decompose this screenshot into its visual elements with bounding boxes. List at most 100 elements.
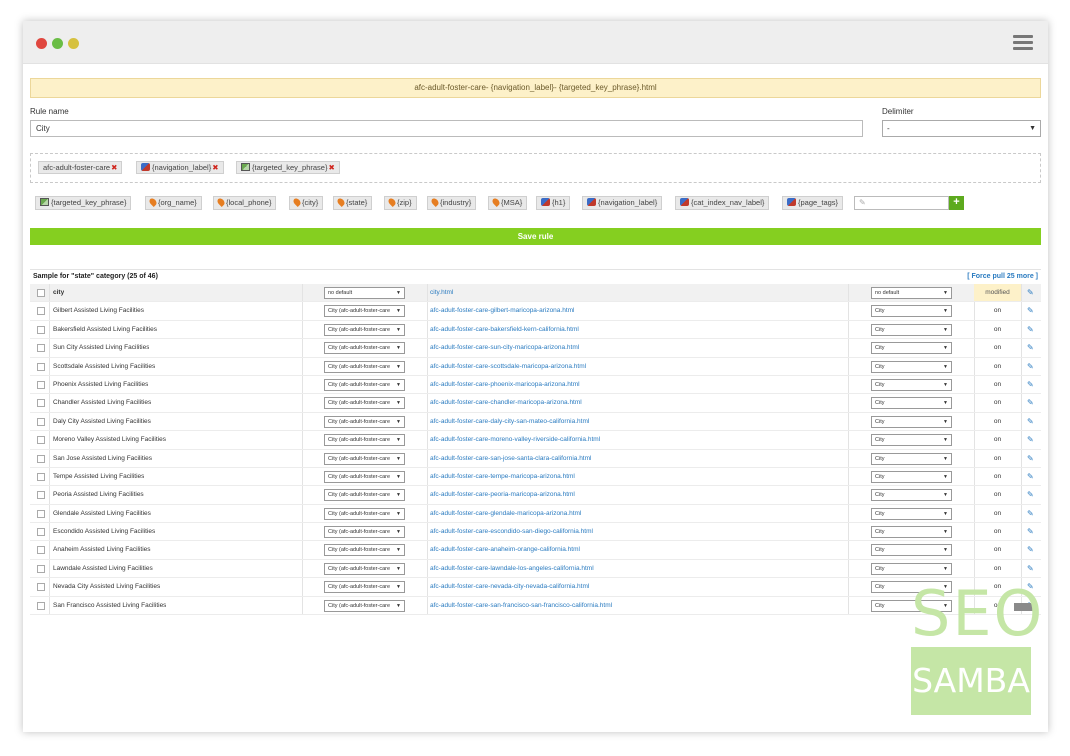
palette-token[interactable]: {MSA}: [488, 196, 528, 210]
row-url-link[interactable]: afc-adult-foster-care-daly-city-san-mate…: [430, 413, 589, 430]
row-rule-select[interactable]: City (afc-adult-foster-care ▼: [324, 489, 405, 502]
row-rule-select[interactable]: City (afc-adult-foster-care ▼: [324, 526, 405, 539]
row-checkbox[interactable]: [37, 417, 45, 426]
row-delim-select[interactable]: City ▼: [871, 360, 952, 373]
default-rule-select[interactable]: no default ▼: [324, 287, 405, 299]
edit-pencil-icon[interactable]: ✎: [1027, 523, 1034, 541]
palette-token[interactable]: {city}: [289, 196, 324, 210]
palette-token[interactable]: {page_tags}: [782, 196, 844, 210]
row-url-link[interactable]: afc-adult-foster-care-san-francisco-san-…: [430, 597, 612, 614]
row-checkbox[interactable]: [37, 528, 45, 537]
palette-token[interactable]: {cat_index_nav_label}: [675, 196, 770, 210]
delimiter-select[interactable]: - ▼: [882, 120, 1041, 137]
add-token-button[interactable]: +: [949, 196, 964, 210]
menu-icon[interactable]: [1013, 35, 1033, 51]
edit-pencil-icon[interactable]: ✎: [1027, 486, 1034, 504]
edit-pencil-icon[interactable]: ✎: [1027, 358, 1034, 376]
row-url-link[interactable]: afc-adult-foster-care-lawndale-los-angel…: [430, 560, 594, 577]
row-checkbox[interactable]: [37, 325, 45, 334]
row-checkbox[interactable]: [37, 601, 45, 610]
row-rule-select[interactable]: City (afc-adult-foster-care ▼: [324, 305, 405, 318]
row-delim-select[interactable]: City ▼: [871, 526, 952, 539]
row-delim-select[interactable]: City ▼: [871, 470, 952, 483]
row-checkbox[interactable]: [37, 546, 45, 555]
selected-token[interactable]: {targeted_key_phrase}✖: [236, 161, 340, 174]
edit-pencil-icon[interactable]: ✎: [1027, 376, 1034, 394]
edit-pencil-icon[interactable]: ✎: [1027, 541, 1034, 559]
row-url-link[interactable]: afc-adult-foster-care-chandler-maricopa-…: [430, 394, 582, 411]
remove-token-icon[interactable]: ✖: [328, 163, 334, 172]
row-rule-select[interactable]: City (afc-adult-foster-care ▼: [324, 507, 405, 520]
row-url-link[interactable]: afc-adult-foster-care-phoenix-maricopa-a…: [430, 376, 580, 393]
row-url-link[interactable]: afc-adult-foster-care-moreno-valley-rive…: [430, 431, 600, 448]
row-checkbox[interactable]: [37, 509, 45, 518]
palette-token[interactable]: {state}: [333, 196, 373, 210]
header-url-link[interactable]: city.html: [430, 284, 453, 301]
row-url-link[interactable]: afc-adult-foster-care-nevada-city-nevada…: [430, 578, 589, 595]
edit-pencil-icon[interactable]: ✎: [1027, 339, 1034, 357]
edit-pencil-icon[interactable]: ✎: [1027, 450, 1034, 468]
row-url-link[interactable]: afc-adult-foster-care-san-jose-santa-cla…: [430, 450, 591, 467]
row-delim-select[interactable]: City ▼: [871, 544, 952, 557]
minimize-window-dot[interactable]: [52, 38, 63, 49]
row-checkbox[interactable]: [37, 344, 45, 353]
palette-token[interactable]: {industry}: [427, 196, 477, 210]
row-rule-select[interactable]: City (afc-adult-foster-care ▼: [324, 415, 405, 428]
row-delim-select[interactable]: City ▼: [871, 342, 952, 355]
row-rule-select[interactable]: City (afc-adult-foster-care ▼: [324, 397, 405, 410]
remove-token-icon[interactable]: ✖: [212, 163, 218, 172]
edit-pencil-icon[interactable]: ✎: [1027, 302, 1034, 320]
palette-token[interactable]: {targeted_key_phrase}: [35, 196, 132, 210]
row-delim-select[interactable]: City ▼: [871, 434, 952, 447]
row-url-link[interactable]: afc-adult-foster-care-tempe-maricopa-ari…: [430, 468, 575, 485]
row-delim-select[interactable]: City ▼: [871, 415, 952, 428]
row-checkbox[interactable]: [37, 583, 45, 592]
row-checkbox[interactable]: [37, 289, 45, 297]
row-url-link[interactable]: afc-adult-foster-care-bakersfield-kern-c…: [430, 321, 579, 338]
selected-token[interactable]: {navigation_label}✖: [136, 161, 224, 174]
row-rule-select[interactable]: City (afc-adult-foster-care ▼: [324, 323, 405, 336]
row-rule-select[interactable]: City (afc-adult-foster-care ▼: [324, 562, 405, 575]
row-delim-select[interactable]: City ▼: [871, 378, 952, 391]
edit-pencil-icon[interactable]: ✎: [1027, 284, 1034, 302]
force-pull-link[interactable]: [ Force pull 25 more ]: [967, 273, 1038, 280]
row-url-link[interactable]: afc-adult-foster-care-glendale-maricopa-…: [430, 505, 581, 522]
maximize-window-dot[interactable]: [68, 38, 79, 49]
row-delim-select[interactable]: City ▼: [871, 507, 952, 520]
row-delim-select[interactable]: City ▼: [871, 489, 952, 502]
selected-token[interactable]: afc-adult-foster-care✖: [38, 161, 123, 174]
row-url-link[interactable]: afc-adult-foster-care-anaheim-orange-cal…: [430, 541, 580, 558]
palette-token[interactable]: {local_phone}: [213, 196, 277, 210]
row-rule-select[interactable]: City (afc-adult-foster-care ▼: [324, 599, 405, 612]
row-rule-select[interactable]: City (afc-adult-foster-care ▼: [324, 581, 405, 594]
row-checkbox[interactable]: [37, 380, 45, 389]
palette-token[interactable]: {zip}: [384, 196, 417, 210]
row-checkbox[interactable]: [37, 436, 45, 445]
row-rule-select[interactable]: City (afc-adult-foster-care ▼: [324, 434, 405, 447]
row-checkbox[interactable]: [37, 307, 45, 316]
save-rule-button[interactable]: Save rule: [30, 228, 1041, 245]
row-rule-select[interactable]: City (afc-adult-foster-care ▼: [324, 544, 405, 557]
row-rule-select[interactable]: City (afc-adult-foster-care ▼: [324, 470, 405, 483]
row-url-link[interactable]: afc-adult-foster-care-scottsdale-maricop…: [430, 358, 586, 375]
row-checkbox[interactable]: [37, 454, 45, 463]
row-checkbox[interactable]: [37, 564, 45, 573]
edit-pencil-icon[interactable]: ✎: [1027, 505, 1034, 523]
row-delim-select[interactable]: City ▼: [871, 562, 952, 575]
row-url-link[interactable]: afc-adult-foster-care-gilbert-maricopa-a…: [430, 302, 575, 319]
row-checkbox[interactable]: [37, 491, 45, 500]
row-checkbox[interactable]: [37, 362, 45, 371]
edit-pencil-icon[interactable]: ✎: [1027, 431, 1034, 449]
palette-token[interactable]: {navigation_label}: [582, 196, 663, 210]
row-rule-select[interactable]: City (afc-adult-foster-care ▼: [324, 342, 405, 355]
row-url-link[interactable]: afc-adult-foster-care-sun-city-maricopa-…: [430, 339, 579, 356]
row-checkbox[interactable]: [37, 472, 45, 481]
row-delim-select[interactable]: City ▼: [871, 323, 952, 336]
row-checkbox[interactable]: [37, 399, 45, 408]
row-rule-select[interactable]: City (afc-adult-foster-care ▼: [324, 360, 405, 373]
row-rule-select[interactable]: City (afc-adult-foster-care ▼: [324, 378, 405, 391]
edit-pencil-icon[interactable]: ✎: [1027, 560, 1034, 578]
default-delim-select[interactable]: no default ▼: [871, 287, 952, 299]
palette-token[interactable]: {h1}: [536, 196, 571, 210]
row-delim-select[interactable]: City ▼: [871, 452, 952, 465]
